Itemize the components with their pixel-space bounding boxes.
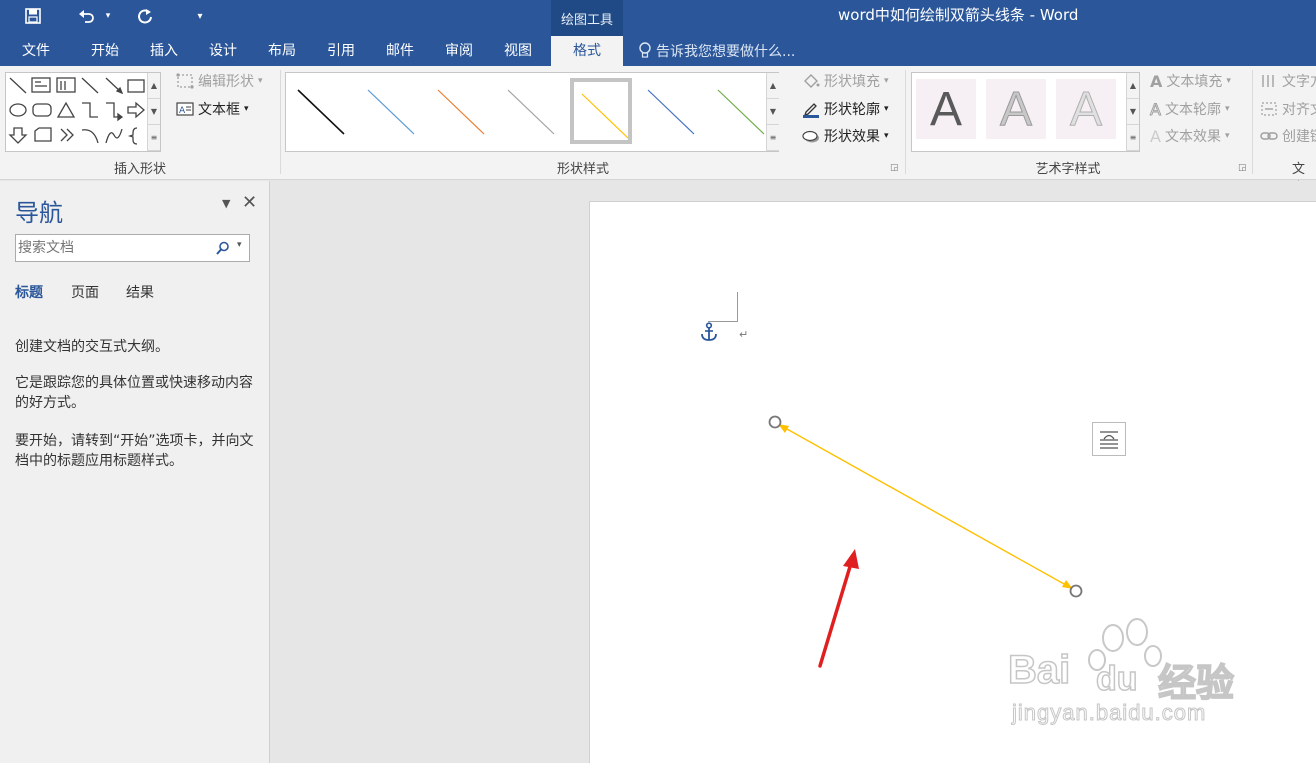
watermark-jingyan: 经验 — [1157, 660, 1235, 706]
watermark-brand-du: du — [1095, 659, 1138, 699]
watermark-url: jingyan.baidu.com — [1011, 700, 1207, 726]
drawing-overlay — [768, 415, 1162, 671]
line-start-handle[interactable] — [768, 415, 782, 429]
annotation-arrow-head — [843, 549, 859, 569]
line-end-handle[interactable] — [1069, 584, 1083, 598]
watermark-brand: Bai — [1007, 647, 1071, 693]
annotation-arrow-shaft — [818, 558, 854, 668]
double-arrow-line[interactable] — [777, 423, 1074, 590]
